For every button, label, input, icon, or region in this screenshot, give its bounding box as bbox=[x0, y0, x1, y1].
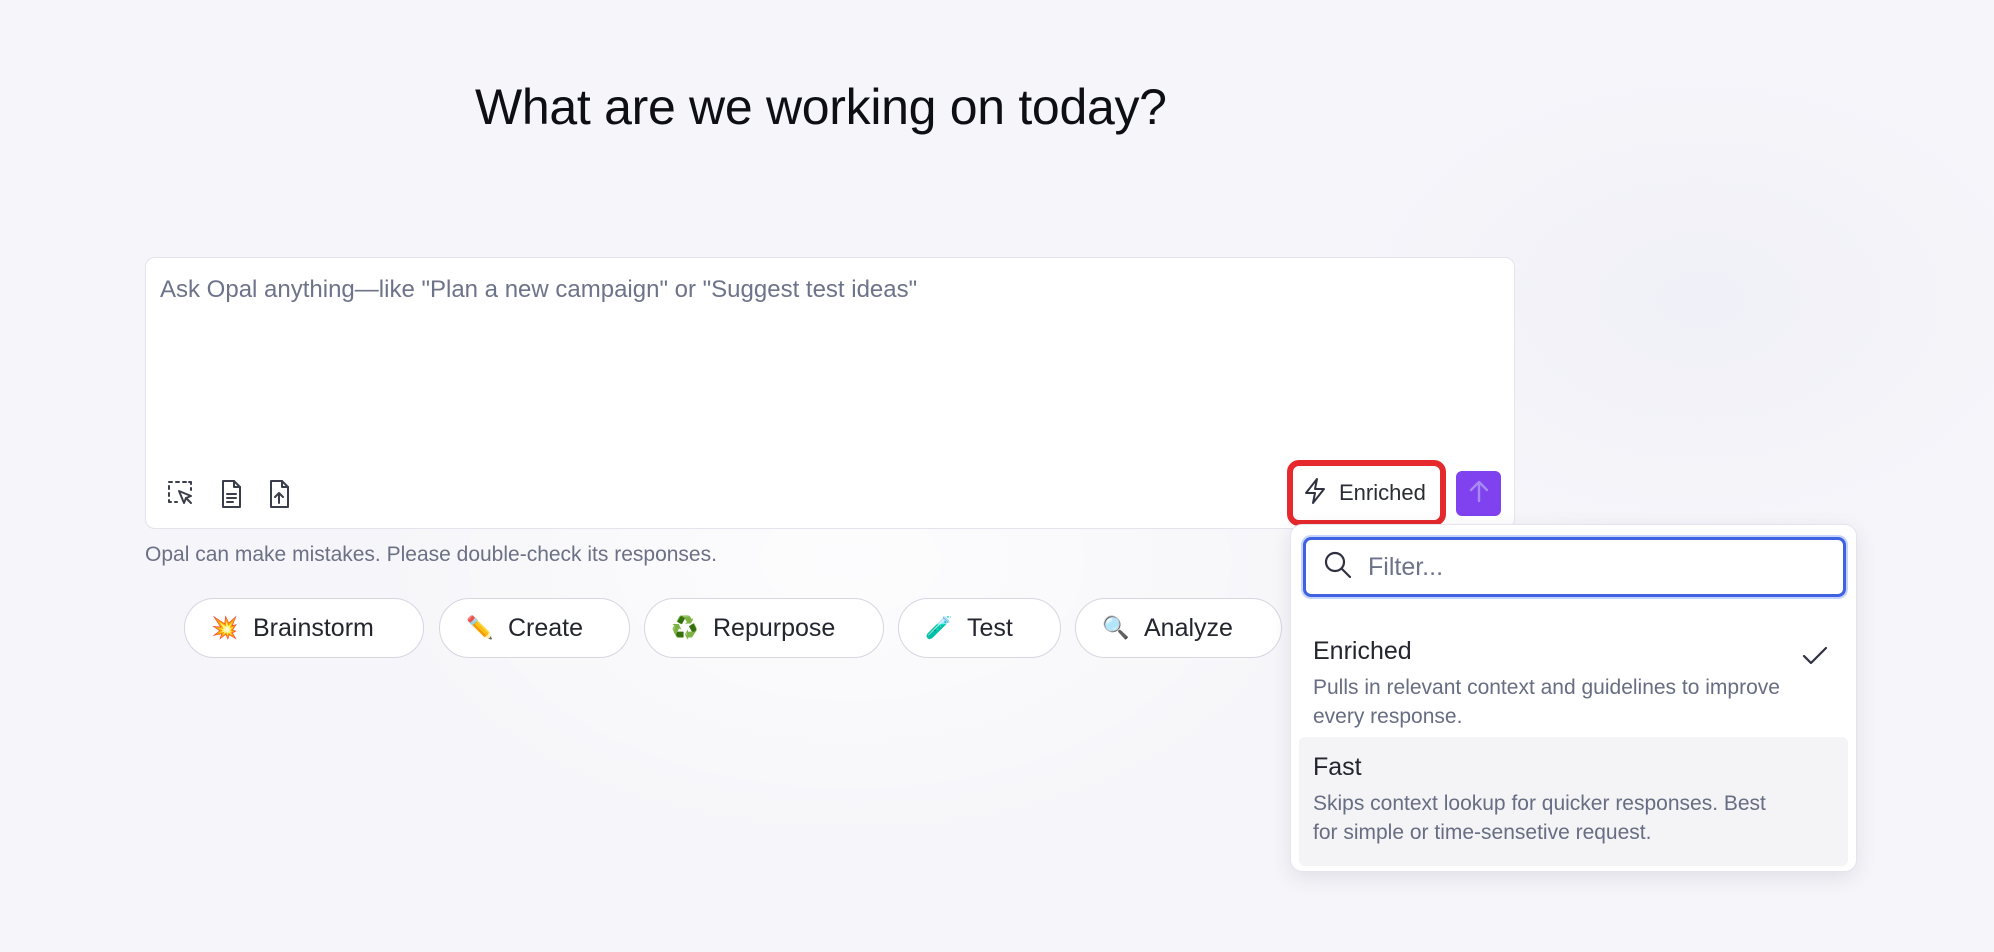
chip-repurpose[interactable]: ♻️ Repurpose bbox=[644, 598, 884, 658]
option-description: Pulls in relevant context and guidelines… bbox=[1313, 676, 1780, 728]
check-icon bbox=[1800, 643, 1830, 674]
mode-select-button[interactable]: Enriched bbox=[1297, 470, 1436, 516]
mode-select-label: Enriched bbox=[1339, 480, 1426, 505]
chip-label: Brainstorm bbox=[253, 613, 374, 642]
pencil-icon: ✏️ bbox=[466, 615, 494, 641]
document-icon bbox=[216, 478, 246, 510]
disclaimer-text: Opal can make mistakes. Please double-ch… bbox=[145, 543, 717, 566]
option-fast[interactable]: Fast Skips context lookup for quicker re… bbox=[1299, 737, 1848, 866]
file-upload-icon bbox=[264, 478, 294, 510]
arrow-up-icon bbox=[1467, 478, 1491, 509]
recycle-icon: ♻️ bbox=[671, 615, 699, 641]
filter-input[interactable] bbox=[1368, 552, 1843, 582]
option-enriched[interactable]: Enriched Pulls in relevant context and g… bbox=[1299, 621, 1848, 749]
mode-dropdown: Enriched Pulls in relevant context and g… bbox=[1290, 524, 1857, 872]
select-area-icon bbox=[165, 478, 197, 510]
collision-icon: 💥 bbox=[211, 615, 239, 641]
lightning-icon bbox=[1301, 476, 1329, 511]
filter-field bbox=[1303, 537, 1846, 597]
page-title: What are we working on today? bbox=[475, 79, 1167, 135]
chip-label: Create bbox=[508, 613, 584, 642]
chip-test[interactable]: 🧪 Test bbox=[898, 598, 1061, 658]
chip-create[interactable]: ✏️ Create bbox=[439, 598, 630, 658]
prompt-input[interactable] bbox=[160, 276, 1490, 426]
test-tube-icon: 🧪 bbox=[925, 615, 953, 641]
chip-brainstorm[interactable]: 💥 Brainstorm bbox=[184, 598, 424, 658]
document-button[interactable] bbox=[213, 476, 249, 512]
magnifier-icon: 🔍 bbox=[1102, 615, 1130, 641]
search-icon bbox=[1322, 549, 1354, 586]
chip-label: Test bbox=[967, 613, 1013, 642]
option-title: Enriched bbox=[1313, 637, 1412, 665]
option-description: Skips context lookup for quicker respons… bbox=[1313, 792, 1766, 844]
chip-label: Analyze bbox=[1144, 613, 1233, 642]
select-area-button[interactable] bbox=[163, 476, 199, 512]
send-button[interactable] bbox=[1456, 471, 1501, 516]
file-upload-button[interactable] bbox=[261, 476, 297, 512]
chip-label: Repurpose bbox=[713, 613, 836, 642]
option-title: Fast bbox=[1313, 753, 1362, 781]
chip-analyze[interactable]: 🔍 Analyze bbox=[1075, 598, 1282, 658]
